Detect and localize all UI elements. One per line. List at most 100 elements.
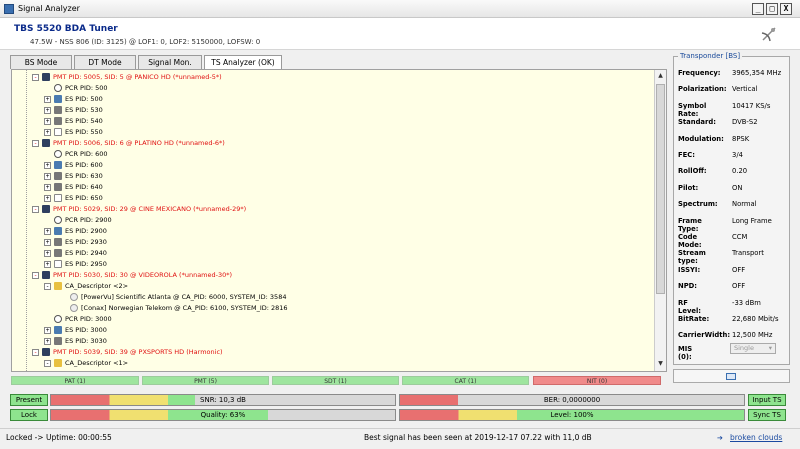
- tree-row[interactable]: - PMT PID: 5039, SID: 39 @ PXSPORTS HD (H…: [32, 347, 223, 358]
- video-icon: [54, 95, 62, 103]
- tree-row[interactable]: PCR PID: 600: [44, 149, 108, 160]
- transponder-value: 10417 KS/s: [732, 101, 771, 110]
- tree-row[interactable]: + ES PID: 2940: [44, 248, 107, 259]
- tree-row[interactable]: [Conax] Norwegian Telekom @ CA_PID: 6100…: [60, 303, 288, 314]
- transponder-key: Code Mode:: [678, 233, 702, 249]
- sync-ts-button[interactable]: Sync TS: [748, 409, 786, 421]
- transponder-value: 3/4: [732, 151, 743, 159]
- scroll-up-icon[interactable]: ▲: [656, 71, 665, 81]
- collapse-icon[interactable]: -: [32, 205, 39, 213]
- tree-row[interactable]: + ES PID: 2900: [44, 226, 107, 237]
- weather-link[interactable]: broken clouds: [730, 433, 782, 442]
- ber-label: BER: 0,0000000: [543, 396, 601, 404]
- tree-row[interactable]: + ES PID: 640: [44, 182, 103, 193]
- present-button[interactable]: Present: [10, 394, 48, 406]
- tree-row[interactable]: + ES PID: 500: [44, 94, 103, 105]
- transponder-value: 0.20: [732, 167, 748, 176]
- scroll-thumb[interactable]: [656, 84, 665, 294]
- expand-icon[interactable]: +: [44, 227, 51, 235]
- expand-icon[interactable]: +: [44, 238, 51, 246]
- transponder-key: Stream type:: [678, 249, 706, 266]
- tree-row[interactable]: + ES PID: 2950: [44, 259, 107, 270]
- tree-row[interactable]: + ES PID: 530: [44, 105, 103, 116]
- scroll-down-icon[interactable]: ▼: [656, 359, 665, 369]
- video-icon: [54, 161, 62, 169]
- tree-row[interactable]: + ES PID: 540: [44, 116, 103, 127]
- collapse-icon[interactable]: -: [44, 282, 51, 290]
- tree-row[interactable]: - PMT PID: 5030, SID: 30 @ VIDEOROLA (*un…: [32, 270, 232, 281]
- tree-row-label: PMT PID: 5029, SID: 29 @ CINE MEXICANO (…: [53, 205, 247, 213]
- transponder-key: Frame Type:: [678, 216, 702, 233]
- weather-icon: ➔: [717, 434, 723, 442]
- desc-icon: [70, 293, 78, 301]
- best-signal-status: Best signal has been seen at 2019-12-17 …: [364, 433, 592, 442]
- tab-bs-mode[interactable]: BS Mode: [10, 55, 72, 69]
- tree-row[interactable]: + ES PID: 2930: [44, 237, 107, 248]
- expand-icon[interactable]: +: [44, 260, 51, 268]
- level-meter: Level: 100%: [399, 409, 745, 421]
- tree-row[interactable]: PCR PID: 3000: [44, 314, 112, 325]
- collapse-icon[interactable]: -: [44, 359, 51, 367]
- expand-icon[interactable]: +: [44, 183, 51, 191]
- expand-icon[interactable]: +: [44, 128, 51, 136]
- expand-icon[interactable]: +: [44, 95, 51, 103]
- tree-row[interactable]: + ES PID: 600: [44, 160, 103, 171]
- transponder-key: RollOff:: [678, 167, 707, 176]
- transponder-legend: Transponder [BS]: [678, 52, 743, 60]
- expand-icon[interactable]: +: [44, 249, 51, 257]
- tree-row[interactable]: PCR PID: 500: [44, 83, 108, 94]
- tab-signal-mon[interactable]: Signal Mon.: [138, 55, 202, 69]
- tree-row[interactable]: + ES PID: 550: [44, 127, 103, 138]
- tree-row[interactable]: + ES PID: 630: [44, 171, 103, 182]
- pmt-icon: [42, 348, 50, 356]
- collapse-icon[interactable]: -: [32, 73, 39, 81]
- tree-row-label: ES PID: 640: [65, 183, 103, 191]
- expand-icon[interactable]: +: [44, 106, 51, 114]
- tree-row[interactable]: - PMT PID: 5029, SID: 29 @ CINE MEXICANO …: [32, 204, 246, 215]
- lock-icon: [54, 282, 62, 290]
- audio-icon: [54, 183, 62, 191]
- pmt-icon: [42, 73, 50, 81]
- expand-icon[interactable]: +: [44, 337, 51, 345]
- tree-row[interactable]: + ES PID: 650: [44, 193, 103, 204]
- tree-row[interactable]: - PMT PID: 5005, SID: 5 @ PANICO HD (*unn…: [32, 72, 222, 83]
- tab-ts-analyzer[interactable]: TS Analyzer (OK): [204, 55, 282, 70]
- expand-icon[interactable]: +: [44, 161, 51, 169]
- transponder-value: OFF: [732, 282, 746, 291]
- maximize-button[interactable]: □: [766, 3, 778, 15]
- tree-row[interactable]: - CA_Descriptor <1>: [44, 358, 128, 369]
- minimize-button[interactable]: _: [752, 3, 764, 15]
- expand-icon[interactable]: +: [44, 194, 51, 202]
- collapse-icon[interactable]: -: [32, 271, 39, 279]
- tree-row-label: PCR PID: 600: [65, 150, 108, 158]
- ts-tree-view[interactable]: - PMT PID: 5005, SID: 5 @ PANICO HD (*unn…: [11, 69, 667, 372]
- sdt-indicator: SDT (1): [272, 376, 399, 385]
- nit-indicator: NIT (0): [533, 376, 661, 385]
- tree-row[interactable]: + ES PID: 3030: [44, 336, 107, 347]
- video-icon: [54, 227, 62, 235]
- panel-button[interactable]: [673, 369, 790, 383]
- tab-dt-mode[interactable]: DT Mode: [74, 55, 136, 69]
- tree-row[interactable]: - PMT PID: 5006, SID: 6 @ PLATINO HD (*un…: [32, 138, 225, 149]
- tree-scrollbar[interactable]: ▲ ▼: [654, 70, 666, 371]
- input-ts-button[interactable]: Input TS: [748, 394, 786, 406]
- uptime-status: Locked -> Uptime: 00:00:55: [6, 433, 112, 442]
- expand-icon[interactable]: +: [44, 326, 51, 334]
- tree-row-label: PMT PID: 5006, SID: 6 @ PLATINO HD (*unn…: [53, 139, 225, 147]
- transponder-key: Modulation:: [678, 134, 724, 143]
- tree-row[interactable]: - CA_Descriptor <2>: [44, 281, 128, 292]
- tree-row[interactable]: PCR PID: 2900: [44, 215, 112, 226]
- tree-row[interactable]: + ES PID: 3000: [44, 325, 107, 336]
- transponder-value: DVB-S2: [732, 118, 758, 127]
- tree-row-label: [Conax] Norwegian Telekom @ CA_PID: 6100…: [81, 304, 288, 312]
- pat-indicator: PAT (1): [11, 376, 139, 385]
- pmt-icon: [42, 205, 50, 213]
- expand-icon[interactable]: +: [44, 172, 51, 180]
- collapse-icon[interactable]: -: [32, 139, 39, 147]
- lock-button[interactable]: Lock: [10, 409, 48, 421]
- tree-row[interactable]: [PowerVu] Scientific Atlanta @ CA_PID: 6…: [60, 292, 286, 303]
- expand-icon[interactable]: +: [44, 117, 51, 125]
- collapse-icon[interactable]: -: [32, 348, 39, 356]
- close-button[interactable]: X: [780, 3, 792, 15]
- mis-select[interactable]: Single ▾: [730, 343, 776, 354]
